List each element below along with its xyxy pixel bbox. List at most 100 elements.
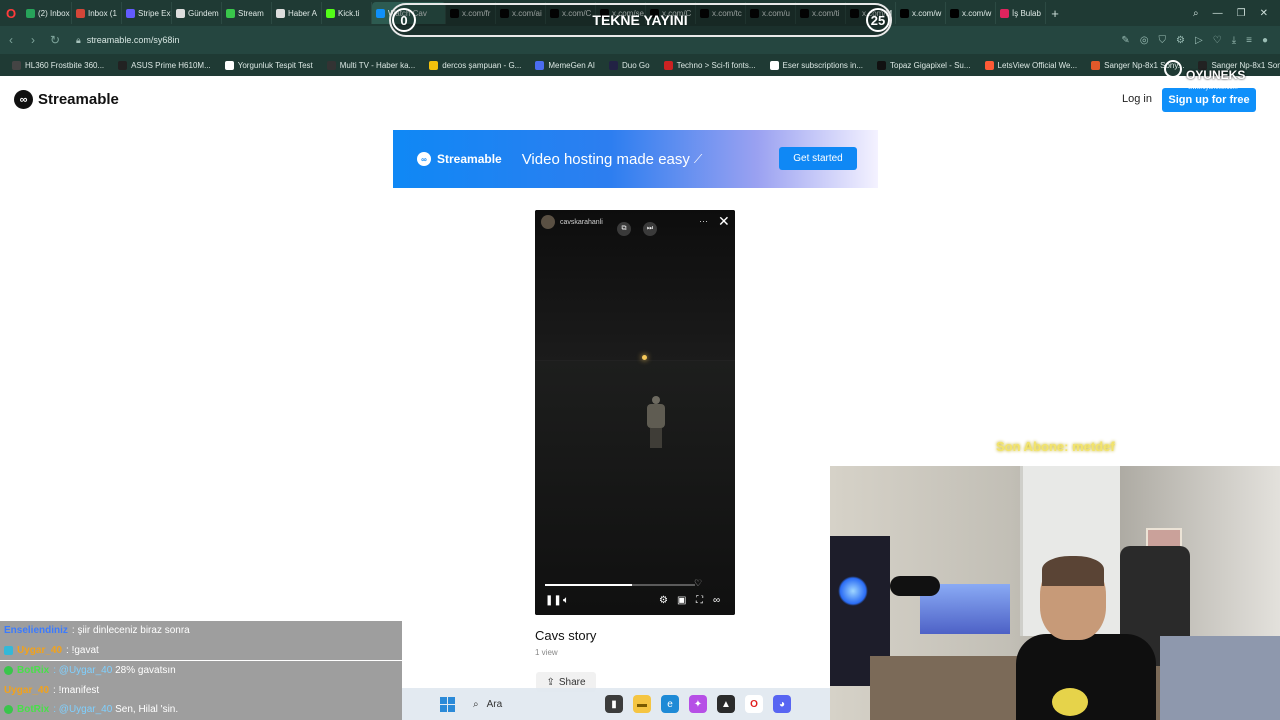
video-frame-sea	[535, 361, 735, 615]
menu-icon[interactable]: ≡	[1246, 35, 1252, 46]
bookmark-item[interactable]: HL360 Frostbite 360...	[6, 60, 110, 70]
volume-icon[interactable]: 🔈︎	[563, 595, 569, 606]
bookmark-label: Yorgunluk Tespit Test	[237, 60, 313, 70]
bookmark-item[interactable]: ASUS Prime H610M...	[112, 60, 217, 70]
chat-message-text: : !gavat	[66, 645, 99, 657]
player-controls: ❚❚ 🔈︎ ⚙ ▣ ⛶ ∞	[535, 594, 735, 612]
pause-icon[interactable]: ❚❚	[545, 595, 562, 606]
play-icon[interactable]: ▷	[1195, 35, 1203, 46]
edit-icon[interactable]: ✎	[1121, 35, 1129, 46]
chat-message: Uygar_40 : !gavat	[0, 640, 402, 661]
bookmark-item[interactable]: Techno > Sci-fi fonts...	[658, 60, 762, 70]
bookmark-item[interactable]: Yorgunluk Tespit Test	[219, 60, 319, 70]
browser-tab[interactable]: Kick.ti	[322, 2, 372, 24]
more-options-icon[interactable]: ···	[699, 216, 708, 226]
reload-button[interactable]: ↻	[44, 33, 66, 47]
new-tab-button[interactable]: +	[1046, 2, 1064, 24]
bookmark-item[interactable]: Multi TV - Haber ka...	[321, 60, 421, 70]
file-explorer-icon[interactable]: ▬	[633, 695, 651, 713]
bookmark-item[interactable]: Eser subscriptions in...	[764, 60, 869, 70]
windows-taskbar: ⌕ Ara ▮ ▬ e ✦ ▲ O ◕	[402, 688, 830, 720]
share-label: Share	[558, 676, 586, 688]
fullscreen-icon[interactable]: ⛶	[696, 595, 703, 606]
forward-button[interactable]: ›	[22, 33, 44, 47]
video-title: Cavs story	[535, 628, 597, 643]
streamable-logo-icon: ∞	[417, 152, 431, 166]
picture-in-picture-icon[interactable]: ▣	[677, 595, 686, 606]
chat-username[interactable]: Uygar_40	[4, 685, 49, 696]
browser-tab[interactable]: x.com/w	[946, 2, 996, 24]
chat-username[interactable]: BotRix	[17, 665, 49, 676]
search-icon: ⌕	[473, 698, 479, 710]
taskbar-search[interactable]: ⌕ Ara	[465, 693, 595, 715]
browser-tab[interactable]: Stripe Ex	[122, 2, 172, 24]
extensions-icon[interactable]: ⚙	[1176, 35, 1185, 46]
browser-tab[interactable]: Gündem	[172, 2, 222, 24]
promo-banner[interactable]: ∞ Streamable Video hosting made easy ⟋ G…	[393, 130, 878, 188]
tab-label: Kick.ti	[338, 8, 360, 18]
close-icon[interactable]: ✕	[718, 213, 730, 230]
task-view-icon[interactable]: ▮	[605, 695, 623, 713]
tab-label: x.com/w	[912, 8, 942, 18]
opera-logo-icon[interactable]: O	[0, 0, 22, 26]
heart-icon[interactable]: ♡	[1213, 35, 1222, 46]
stream-title: TEKNE YAYINI	[592, 12, 688, 28]
streamable-logo-icon[interactable]: ∞	[713, 595, 720, 606]
chat-username[interactable]: Enseliendiniz	[4, 625, 68, 636]
close-window-button[interactable]: ✕	[1260, 8, 1268, 19]
tab-favicon-icon	[276, 8, 285, 18]
browser-tab[interactable]: (2) Inbox	[22, 2, 72, 24]
heart-icon[interactable]: ♡	[694, 578, 702, 589]
video-frame-person-legs	[650, 428, 662, 448]
chat-username[interactable]: BotRix	[17, 704, 49, 715]
browser-tab[interactable]: x.com/w	[896, 2, 946, 24]
chat-text: : !manifest	[53, 685, 99, 696]
get-started-button[interactable]: Get started	[779, 147, 857, 170]
tab-favicon-icon	[26, 8, 35, 18]
webcam-shirt-print	[1052, 688, 1088, 716]
opera-icon[interactable]: O	[745, 695, 763, 713]
download-icon[interactable]: ⤓	[1232, 35, 1236, 46]
bookmark-item[interactable]: Duo Go	[603, 60, 656, 70]
browser-tab[interactable]: Inbox (1	[72, 2, 122, 24]
camera-icon[interactable]: ◎	[1140, 35, 1149, 46]
signup-button[interactable]: Sign up for free	[1162, 88, 1256, 112]
windows-start-icon[interactable]	[440, 696, 455, 712]
stream-chat: Enseliendiniz : şiir dinleceniz biraz son…	[0, 621, 402, 720]
copy-icon[interactable]: ⧉	[617, 222, 631, 236]
maximize-button[interactable]: ❐	[1237, 8, 1246, 19]
back-button[interactable]: ‹	[0, 33, 22, 47]
window-controls: ⌕ — ❐ ✕	[1193, 0, 1280, 26]
last-subscriber-label: Son Abone: metdef	[996, 439, 1115, 454]
bookmark-favicon-icon	[326, 60, 336, 70]
browser-tab[interactable]: İş Bulab	[996, 2, 1046, 24]
minimize-button[interactable]: —	[1213, 8, 1223, 19]
chat-text: : şiir dinleceniz biraz sonra	[72, 625, 190, 636]
bookmark-item[interactable]: LetsView Official We...	[979, 60, 1084, 70]
bookmark-item[interactable]: MemeGen AI	[529, 60, 601, 70]
profile-icon[interactable]: ●	[1262, 35, 1268, 46]
streamable-logo-icon: ∞	[14, 90, 33, 109]
site-logo[interactable]: ∞ Streamable	[14, 90, 119, 109]
browser-tab[interactable]: Stream	[222, 2, 272, 24]
video-frame-light	[642, 355, 647, 360]
bookmark-item[interactable]: Topaz Gigapixel - Su...	[871, 60, 976, 70]
shield-icon[interactable]: ⛉	[1159, 35, 1167, 46]
login-link[interactable]: Log in	[1122, 93, 1152, 105]
progress-bar[interactable]	[545, 584, 695, 586]
app-icon[interactable]: ▲	[717, 695, 735, 713]
edge-icon[interactable]: e	[661, 695, 679, 713]
search-tabs-icon[interactable]: ⌕	[1193, 8, 1199, 19]
browser-tab[interactable]: Haber A	[272, 2, 322, 24]
banner-brand: ∞ Streamable	[417, 152, 502, 166]
settings-icon[interactable]: ⚙	[659, 595, 668, 606]
video-player[interactable]: cavskarahanli ⧉ ⏭ ··· ✕ ♡ ❚❚ 🔈︎ ⚙ ▣ ⛶ ∞	[535, 210, 735, 615]
skip-next-icon[interactable]: ⏭	[643, 222, 657, 236]
bookmark-item[interactable]: dercos şampuan - G...	[423, 60, 527, 70]
tab-favicon-icon	[376, 8, 385, 18]
copilot-icon[interactable]: ✦	[689, 695, 707, 713]
oyuneks-url: www.oyuneks.com	[1188, 85, 1238, 91]
chat-username[interactable]: Uygar_40	[17, 645, 62, 656]
discord-icon[interactable]: ◕	[773, 695, 791, 713]
bookmark-favicon-icon	[429, 60, 439, 70]
